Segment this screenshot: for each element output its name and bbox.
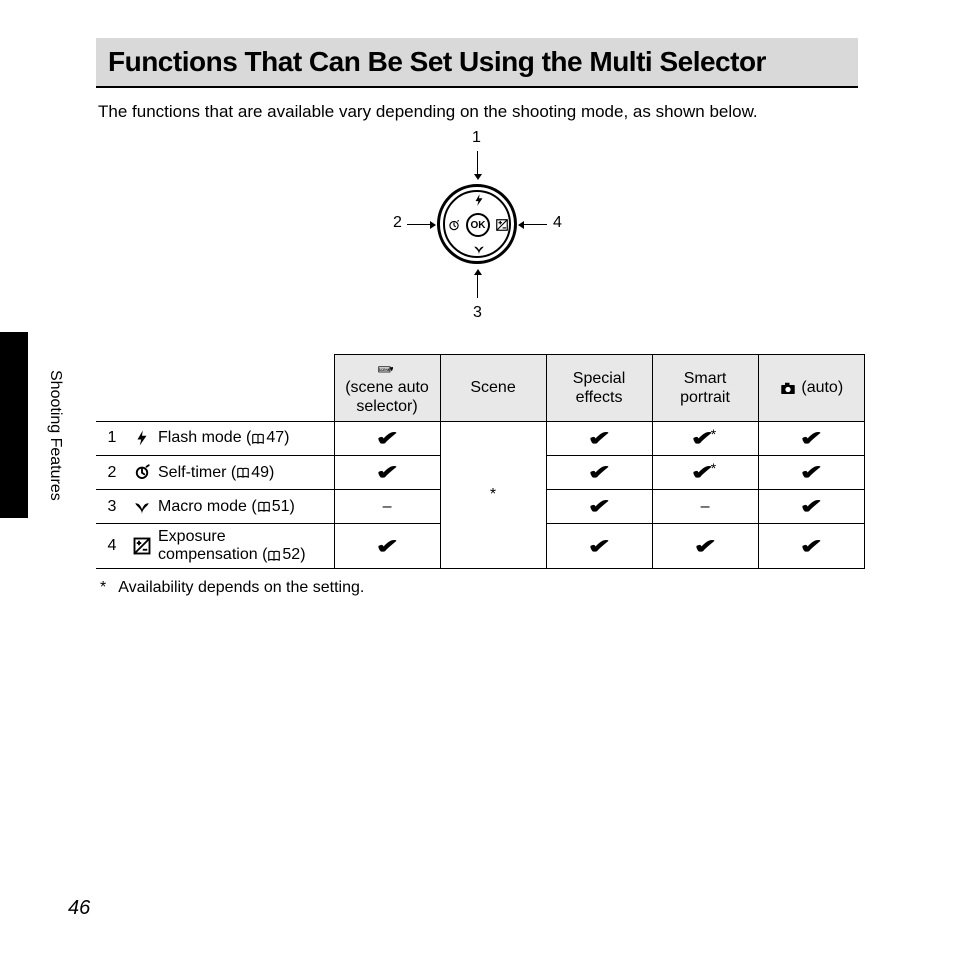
page-number: 46 [68, 897, 90, 920]
cell: ✔ [546, 421, 652, 455]
exposure-icon [495, 218, 509, 232]
svg-text:SCENE: SCENE [379, 368, 391, 372]
cell: ✔* [652, 455, 758, 489]
table-row: 1Flash mode (47)✔*✔✔*✔ [96, 421, 864, 455]
row-number: 2 [96, 455, 128, 489]
footnote: * Availability depends on the setting. [100, 579, 858, 597]
timer-icon [447, 218, 461, 232]
footnote-mark: * [100, 579, 106, 597]
footnote-text: Availability depends on the setting. [118, 579, 364, 597]
multi-selector-diagram: OK 1 2 3 4 [367, 134, 587, 334]
row-name: Flash mode (47) [156, 421, 334, 455]
cell: ✔ [546, 524, 652, 569]
row-icon [128, 490, 156, 524]
row-icon [128, 524, 156, 569]
thumb-tab [0, 332, 28, 518]
row-name: Exposure compensation (52) [156, 524, 334, 569]
cell: ✔ [334, 421, 440, 455]
cell: ✔ [758, 421, 864, 455]
cell: ✔ [758, 490, 864, 524]
col-auto: (auto) [758, 355, 864, 422]
table-blank-header [96, 355, 334, 422]
col-smart: Smart portrait [652, 355, 758, 422]
col-special: Special effects [546, 355, 652, 422]
diagram-label-1: 1 [472, 129, 481, 147]
row-number: 4 [96, 524, 128, 569]
cell: – [652, 490, 758, 524]
row-icon [128, 455, 156, 489]
flash-icon [472, 193, 486, 207]
page-title: Functions That Can Be Set Using the Mult… [108, 46, 846, 78]
cell: – [334, 490, 440, 524]
camera-icon [779, 379, 797, 397]
diagram-label-3: 3 [473, 304, 482, 322]
cell: ✔ [546, 455, 652, 489]
ok-button-icon: OK [466, 213, 490, 237]
macro-icon [472, 242, 486, 256]
row-number: 3 [96, 490, 128, 524]
diagram-label-2: 2 [393, 214, 402, 232]
diagram-label-4: 4 [553, 214, 562, 232]
row-number: 1 [96, 421, 128, 455]
cell: ✔ [758, 524, 864, 569]
cell: ✔ [758, 455, 864, 489]
section-label: Shooting Features [46, 370, 64, 501]
col-scene: Scene [440, 355, 546, 422]
row-name: Macro mode (51) [156, 490, 334, 524]
page-title-box: Functions That Can Be Set Using the Mult… [96, 38, 858, 88]
cell: ✔ [652, 524, 758, 569]
functions-table: SCENE (scene auto selector) Scene Specia… [96, 354, 865, 569]
cell: ✔ [334, 455, 440, 489]
cell: ✔* [652, 421, 758, 455]
scene-auto-icon: SCENE [378, 360, 396, 378]
intro-text: The functions that are available vary de… [98, 102, 858, 122]
row-name: Self-timer (49) [156, 455, 334, 489]
col-scene-auto: SCENE (scene auto selector) [334, 355, 440, 422]
scene-merged-cell: * [440, 421, 546, 569]
cell: ✔ [334, 524, 440, 569]
row-icon [128, 421, 156, 455]
cell: ✔ [546, 490, 652, 524]
